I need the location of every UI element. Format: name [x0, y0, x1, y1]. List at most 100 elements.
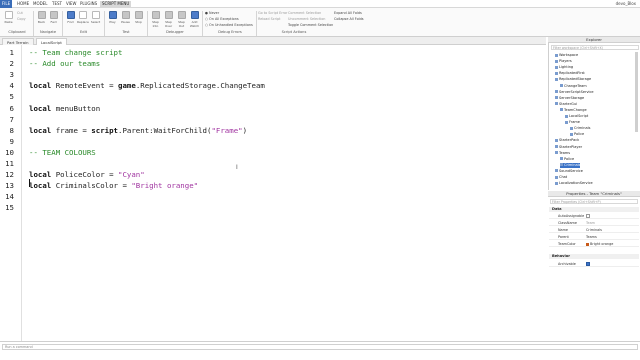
- copy-button[interactable]: Copy: [17, 17, 26, 21]
- explorer-item[interactable]: Workspace: [555, 53, 578, 58]
- instance-icon: [555, 169, 558, 173]
- property-row[interactable]: Name Criminals: [549, 227, 639, 233]
- explorer-item[interactable]: Lighting: [555, 65, 573, 70]
- find-button[interactable]: Find: [65, 11, 76, 24]
- tab-home[interactable]: HOME: [17, 1, 29, 7]
- go-to-script-error-button[interactable]: Go to Script Error: [258, 11, 287, 15]
- tab-part-terrain[interactable]: Part Terrain: [2, 38, 34, 45]
- play-button[interactable]: Play: [107, 11, 118, 24]
- behavior-section-header[interactable]: Behavior: [549, 254, 639, 259]
- instance-icon: [555, 151, 558, 155]
- property-row[interactable]: Archivable: [549, 261, 639, 267]
- explorer-item[interactable]: Players: [555, 59, 572, 64]
- property-row[interactable]: ClassName Team: [549, 220, 639, 226]
- user-name[interactable]: devo_Blox: [616, 1, 636, 6]
- line-number: 15: [5, 203, 14, 213]
- explorer-item[interactable]: LocalizationService: [555, 181, 593, 186]
- add-watch-button[interactable]: Add Watch: [189, 11, 200, 28]
- code-token: game: [118, 81, 136, 91]
- data-section-header[interactable]: Data: [549, 207, 639, 212]
- code-line[interactable]: local PoliceColor = "Cyan": [29, 170, 145, 179]
- collapse-folds-button[interactable]: Collapse All Folds: [334, 17, 364, 21]
- code-line[interactable]: -- Add our teams: [29, 59, 100, 68]
- test-group-label: Test: [122, 30, 130, 34]
- property-value[interactable]: Bright orange: [586, 241, 613, 247]
- debug-all-exceptions-option[interactable]: ○ On All Exceptions: [205, 17, 239, 21]
- explorer-item[interactable]: SoundService: [555, 169, 583, 174]
- explorer-item[interactable]: ReplicatedStorage: [555, 77, 591, 82]
- property-row[interactable]: AutoAssignable: [549, 213, 639, 219]
- step-into-button[interactable]: Step Into: [150, 11, 161, 28]
- toggle-comment-button[interactable]: Toggle Comment Selection: [288, 23, 333, 27]
- code-line[interactable]: local RemoteEvent = game.ReplicatedStora…: [29, 81, 265, 90]
- explorer-item[interactable]: Criminals: [570, 126, 590, 131]
- explorer-item[interactable]: Police: [570, 132, 584, 137]
- property-value[interactable]: Team: [586, 220, 595, 226]
- property-value[interactable]: [586, 261, 590, 267]
- explorer-scrollbar[interactable]: [635, 52, 638, 132]
- code-line[interactable]: -- Team change script: [29, 48, 122, 57]
- tab-plugins[interactable]: PLUGINS: [80, 1, 97, 7]
- explorer-item[interactable]: TeamChange: [560, 108, 587, 113]
- code-line[interactable]: -- TEAM COLOURS: [29, 148, 96, 157]
- step-out-button[interactable]: Step Out: [176, 11, 187, 28]
- tab-view[interactable]: VIEW: [66, 1, 76, 7]
- explorer-item[interactable]: ChangeTeam: [560, 84, 587, 89]
- paste-button[interactable]: Paste: [3, 11, 14, 24]
- reload-script-button[interactable]: Reload Script: [258, 17, 280, 21]
- tab-script-menu[interactable]: SCRIPT MENU: [100, 1, 132, 7]
- script-editor[interactable]: 1 2 3 4 5 6 7 8 9 10 11 12 13 14 15 -- Team change scr…: [0, 45, 546, 341]
- code-line[interactable]: local menuButton: [29, 104, 100, 113]
- pause-button[interactable]: Pause: [120, 11, 131, 24]
- instance-icon: [555, 96, 558, 100]
- stop-button[interactable]: Stop: [133, 11, 144, 24]
- property-value[interactable]: Teams: [586, 234, 597, 240]
- explorer-item[interactable]: Criminals: [560, 162, 581, 168]
- property-key: AutoAssignable: [558, 214, 585, 218]
- comment-selection-button[interactable]: Comment Selection: [288, 11, 321, 15]
- file-menu[interactable]: FILE: [0, 0, 12, 8]
- forward-button[interactable]: Fwd: [48, 11, 59, 24]
- properties-filter-input[interactable]: Filter Properties (Ctrl+Shift+P): [550, 199, 638, 204]
- explorer-item[interactable]: Frame: [565, 120, 580, 125]
- line-number: 12: [5, 170, 14, 180]
- instance-icon: [555, 138, 558, 142]
- step-over-button[interactable]: Step Over: [163, 11, 174, 28]
- code-line[interactable]: local frame = script.Parent:WaitForChild…: [29, 126, 247, 135]
- explorer-item[interactable]: StarterPlayer: [555, 145, 582, 150]
- explorer-item-label: LocalScript: [569, 114, 589, 118]
- debug-never-option[interactable]: ● Never: [205, 11, 219, 15]
- explorer-item[interactable]: ServerStorage: [555, 96, 584, 101]
- expand-folds-button[interactable]: Expand All Folds: [334, 11, 362, 15]
- explorer-item[interactable]: Police: [560, 157, 574, 162]
- command-input[interactable]: Run a command: [2, 344, 638, 350]
- line-number: 10: [5, 147, 14, 157]
- uncomment-selection-button[interactable]: Uncomment Selection: [288, 17, 325, 21]
- back-button[interactable]: Back: [36, 11, 47, 24]
- explorer-item[interactable]: StarterPack: [555, 138, 579, 143]
- property-value[interactable]: Criminals: [586, 227, 602, 233]
- code-token: local: [29, 170, 52, 180]
- property-row[interactable]: Parent Teams: [549, 234, 639, 240]
- tab-localscript[interactable]: LocalScript: [36, 38, 67, 45]
- property-value[interactable]: [586, 213, 590, 219]
- property-checkbox[interactable]: [586, 261, 590, 266]
- debug-unhandled-option[interactable]: ○ On Unhandled Exceptions: [205, 23, 253, 27]
- property-checkbox[interactable]: [586, 213, 590, 218]
- navigate-group-label: Navigate: [39, 30, 57, 34]
- explorer-item[interactable]: LocalScript: [565, 114, 588, 119]
- code-line[interactable]: local CriminalsColor = "Bright orange": [29, 181, 198, 190]
- select-button[interactable]: Select: [90, 11, 101, 24]
- explorer-item[interactable]: Chat: [555, 175, 567, 180]
- replace-button[interactable]: Replace: [77, 11, 89, 24]
- explorer-item[interactable]: ServerScriptService: [555, 90, 594, 95]
- cut-button[interactable]: Cut: [17, 11, 23, 15]
- tab-model[interactable]: MODEL: [33, 1, 47, 7]
- explorer-item[interactable]: ReplicatedFirst: [555, 71, 585, 76]
- explorer-item[interactable]: Teams: [555, 151, 570, 156]
- property-row[interactable]: TeamColor Bright orange: [549, 241, 639, 247]
- replace-icon: [78, 11, 87, 19]
- explorer-filter-input[interactable]: Filter workspace (Ctrl+Shift+X): [551, 45, 639, 50]
- explorer-item[interactable]: StarterGui: [555, 102, 577, 107]
- tab-test[interactable]: TEST: [52, 1, 62, 7]
